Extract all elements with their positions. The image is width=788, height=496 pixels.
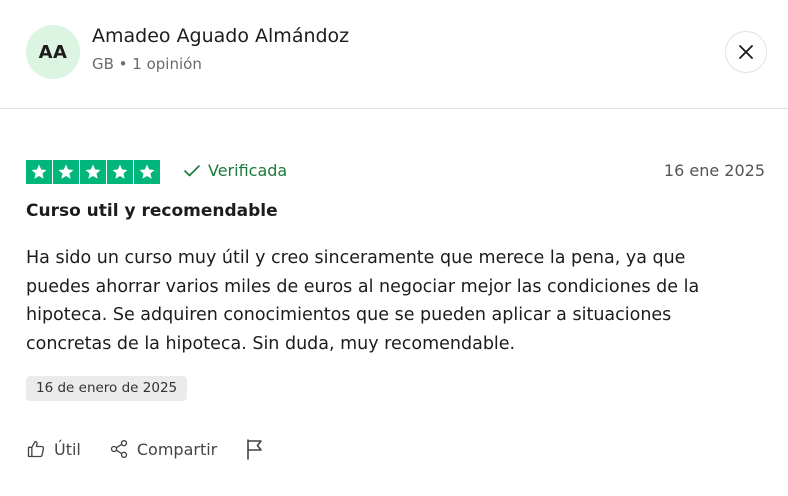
reviewer-meta: GB • 1 opinión <box>92 55 202 73</box>
check-icon <box>184 164 200 176</box>
close-button[interactable] <box>725 31 767 73</box>
star-1 <box>26 160 52 184</box>
flag-icon <box>247 439 263 460</box>
useful-button[interactable]: Útil <box>26 439 81 459</box>
reviewer-name[interactable]: Amadeo Aguado Almándoz <box>92 25 349 47</box>
review-title: Curso util y recomendable <box>26 201 278 221</box>
review-actions: Útil Compartir <box>26 438 265 460</box>
experience-date-badge: 16 de enero de 2025 <box>26 376 188 401</box>
avatar[interactable]: AA <box>26 25 80 79</box>
star-icon <box>85 164 101 179</box>
star-4 <box>107 160 133 184</box>
review-body: Ha sido un curso muy útil y creo sincera… <box>26 248 700 354</box>
star-icon <box>58 164 74 179</box>
verified-label: Verificada <box>208 161 288 180</box>
star-icon <box>139 164 155 179</box>
star-5 <box>134 160 160 184</box>
reviewer-header: AA Amadeo Aguado Almándoz GB • 1 opinión <box>0 0 788 109</box>
star-icon <box>31 164 47 179</box>
close-icon <box>739 45 753 59</box>
share-icon <box>110 440 128 458</box>
star-rating <box>26 160 160 184</box>
report-button[interactable] <box>245 438 265 460</box>
thumbs-up-icon <box>27 440 45 458</box>
share-button[interactable]: Compartir <box>109 439 217 459</box>
review-date: 16 ene 2025 <box>663 161 765 180</box>
share-label: Compartir <box>136 439 218 459</box>
star-2 <box>53 160 79 184</box>
star-icon <box>112 164 128 179</box>
verified-badge[interactable]: Verificada <box>184 161 287 180</box>
useful-label: Útil <box>54 439 81 459</box>
star-3 <box>80 160 106 184</box>
